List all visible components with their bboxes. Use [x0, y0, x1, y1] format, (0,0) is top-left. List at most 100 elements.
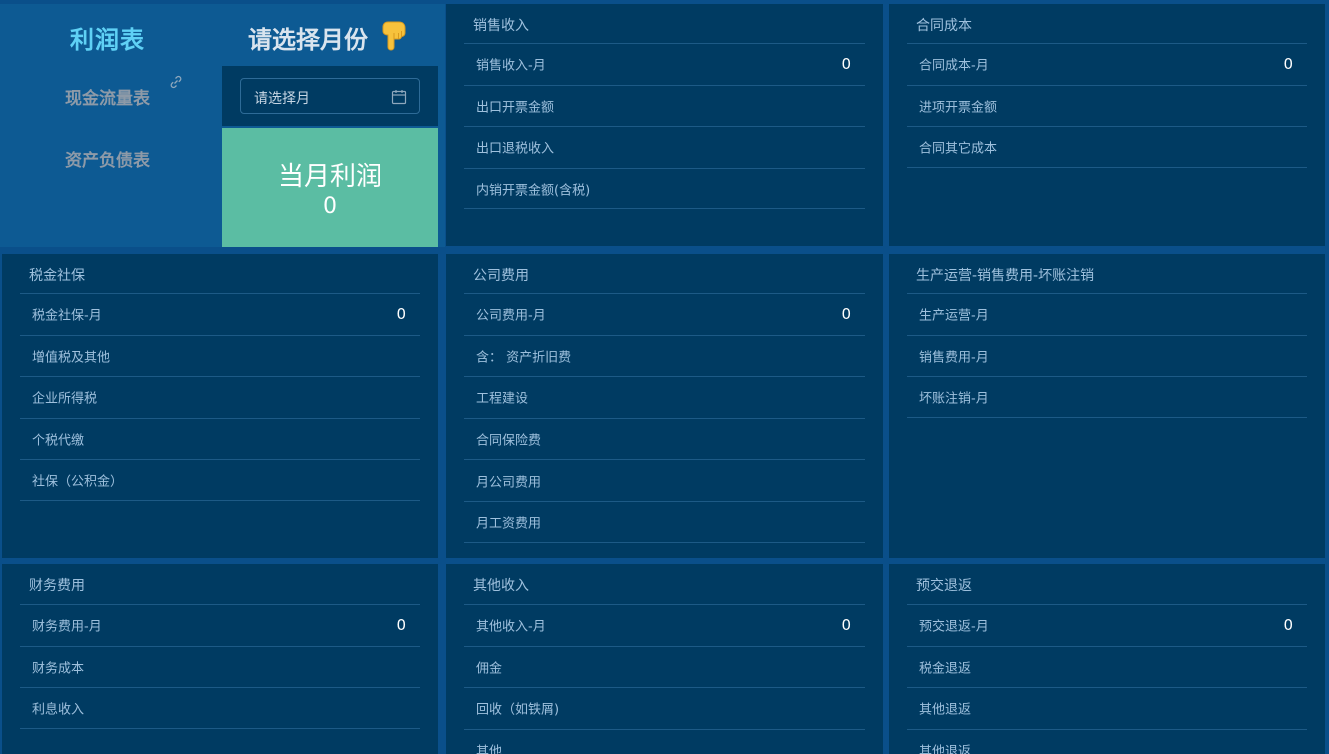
row-label: 月公司费用 — [476, 475, 542, 491]
month-prompt: 请选择月份 — [248, 26, 368, 54]
row-label: 公司费用-月 — [476, 308, 546, 324]
row-label: 内销开票金额(含税) — [476, 183, 591, 199]
tab-balance-sheet[interactable]: 资产负债表 — [65, 146, 150, 171]
table-row: 出口退税收入 — [464, 126, 865, 168]
table-row: 税金退返 — [907, 645, 1307, 688]
table-row: 社保（公积金） — [20, 459, 420, 501]
panel-title: 财务费用 — [29, 578, 85, 594]
row-value: 0 — [841, 305, 851, 324]
panel-contract-cost: 合同成本 合同成本-月 0 进项开票金额 合同其它成本 — [889, 4, 1325, 246]
panel-finance-expenses: 财务费用 财务费用-月 0 财务成本 利息收入 — [2, 564, 438, 754]
table-row: 其他退返 — [907, 728, 1307, 754]
row-value: 0 — [396, 305, 406, 324]
panel-company-expenses: 公司费用 公司费用-月 0 含： 资产折旧费 工程建设 合同保险费 月公司费用 月… — [446, 254, 883, 558]
table-row: 出口开票金额 — [464, 84, 865, 127]
pointing-down-icon — [382, 21, 406, 51]
rows-container: 预交退返-月 0 税金退返 其他退返 其他退返 — [907, 604, 1307, 754]
panel-title: 销售收入 — [473, 18, 529, 34]
row-label: 回收（如铁屑) — [476, 702, 560, 718]
table-row: 增值税及其他 — [20, 334, 420, 377]
date-picker-container: 请选择月 — [222, 66, 438, 126]
row-label: 财务成本 — [32, 661, 85, 677]
row-label: 税金退返 — [919, 661, 972, 677]
date-picker-placeholder: 请选择月 — [254, 91, 310, 107]
table-row: 财务费用-月 0 — [20, 604, 420, 646]
calendar-icon[interactable] — [391, 89, 407, 105]
rows-container: 合同成本-月 0 进项开票金额 合同其它成本 — [907, 43, 1307, 168]
table-row: 回收（如铁屑) — [464, 687, 865, 729]
row-label: 工程建设 — [476, 391, 529, 407]
table-row: 含： 资产折旧费 — [464, 334, 865, 377]
row-label: 合同保险费 — [476, 433, 542, 449]
tab-profit-statement[interactable]: 利润表 — [70, 20, 145, 55]
rows-container: 生产运营-月 销售费用-月 坏账注销-月 — [907, 293, 1307, 418]
table-row: 合同成本-月 0 — [907, 43, 1307, 85]
table-row: 合同保险费 — [464, 417, 865, 460]
table-row: 月工资费用 — [464, 500, 865, 543]
table-row: 销售收入-月 0 — [464, 43, 865, 85]
row-label: 其他退返 — [919, 702, 972, 718]
month-date-picker[interactable]: 请选择月 — [240, 78, 420, 114]
panel-tax-social: 税金社保 税金社保-月 0 增值税及其他 企业所得税 个税代缴 社保（公积金） — [2, 254, 438, 558]
table-row: 其他收入-月 0 — [464, 604, 865, 646]
row-label: 销售收入-月 — [476, 58, 546, 74]
table-row: 进项开票金额 — [907, 84, 1307, 127]
row-label: 其他收入-月 — [476, 619, 546, 635]
rows-container: 税金社保-月 0 增值税及其他 企业所得税 个税代缴 社保（公积金） — [20, 293, 420, 501]
table-row: 月公司费用 — [464, 459, 865, 501]
table-row: 个税代缴 — [20, 417, 420, 460]
table-row: 利息收入 — [20, 687, 420, 729]
row-label: 出口退税收入 — [476, 141, 555, 157]
panel-title: 其他收入 — [473, 578, 529, 594]
table-row: 销售费用-月 — [907, 334, 1307, 377]
rows-container: 其他收入-月 0 佣金 回收（如铁屑) 其他 — [464, 604, 865, 754]
table-row: 工程建设 — [464, 376, 865, 418]
table-row: 其他 — [464, 728, 865, 754]
row-label: 税金社保-月 — [32, 308, 102, 324]
row-label: 坏账注销-月 — [919, 391, 989, 407]
row-label: 合同成本-月 — [919, 58, 989, 74]
table-row: 内销开票金额(含税) — [464, 167, 865, 210]
table-row: 生产运营-月 — [907, 293, 1307, 335]
row-label: 月工资费用 — [476, 516, 542, 532]
report-selector-panel: 利润表 现金流量表 资产负债表 请选择月份 请选择月 当月利润 0 — [0, 4, 445, 247]
row-value: 0 — [396, 616, 406, 635]
row-value: 0 — [841, 616, 851, 635]
row-label: 进项开票金额 — [919, 100, 998, 116]
monthly-profit-label: 当月利润 — [277, 162, 382, 192]
monthly-profit-value: 0 — [323, 194, 337, 219]
panel-operations: 生产运营-销售费用-坏账注销 生产运营-月 销售费用-月 坏账注销-月 — [889, 254, 1325, 558]
monthly-profit-card: 当月利润 0 — [222, 128, 438, 247]
table-row: 税金社保-月 0 — [20, 293, 420, 335]
panel-prepayment-refund: 预交退返 预交退返-月 0 税金退返 其他退返 其他退返 — [889, 564, 1325, 754]
row-label: 其他退返 — [919, 744, 972, 754]
row-label: 企业所得税 — [32, 391, 98, 407]
rows-container: 公司费用-月 0 含： 资产折旧费 工程建设 合同保险费 月公司费用 月工资费用 — [464, 293, 865, 543]
tab-cash-flow[interactable]: 现金流量表 — [65, 84, 150, 109]
row-label: 增值税及其他 — [32, 350, 111, 366]
row-value: 0 — [841, 55, 851, 74]
table-row: 佣金 — [464, 645, 865, 688]
table-row: 合同其它成本 — [907, 126, 1307, 168]
row-label: 合同其它成本 — [919, 141, 998, 157]
row-label: 财务费用-月 — [32, 619, 102, 635]
row-label: 出口开票金额 — [476, 100, 555, 116]
panel-title: 公司费用 — [473, 268, 529, 284]
table-row: 其他退返 — [907, 687, 1307, 729]
panel-sales-income: 销售收入 销售收入-月 0 出口开票金额 出口退税收入 内销开票金额(含税) — [446, 4, 883, 246]
table-row: 财务成本 — [20, 645, 420, 688]
table-row: 企业所得税 — [20, 376, 420, 418]
row-label: 预交退返-月 — [919, 619, 989, 635]
rows-container: 销售收入-月 0 出口开票金额 出口退税收入 内销开票金额(含税) — [464, 43, 865, 210]
table-row: 公司费用-月 0 — [464, 293, 865, 335]
panel-title: 合同成本 — [916, 18, 972, 34]
link-icon[interactable] — [168, 74, 184, 90]
table-row: 预交退返-月 0 — [907, 604, 1307, 646]
row-label: 社保（公积金） — [32, 474, 124, 490]
row-label: 利息收入 — [32, 702, 85, 718]
panel-title: 税金社保 — [29, 268, 85, 284]
row-label: 个税代缴 — [32, 433, 85, 449]
row-value: 0 — [1283, 616, 1293, 635]
panel-title: 生产运营-销售费用-坏账注销 — [916, 268, 1095, 284]
row-label: 生产运营-月 — [919, 308, 989, 324]
